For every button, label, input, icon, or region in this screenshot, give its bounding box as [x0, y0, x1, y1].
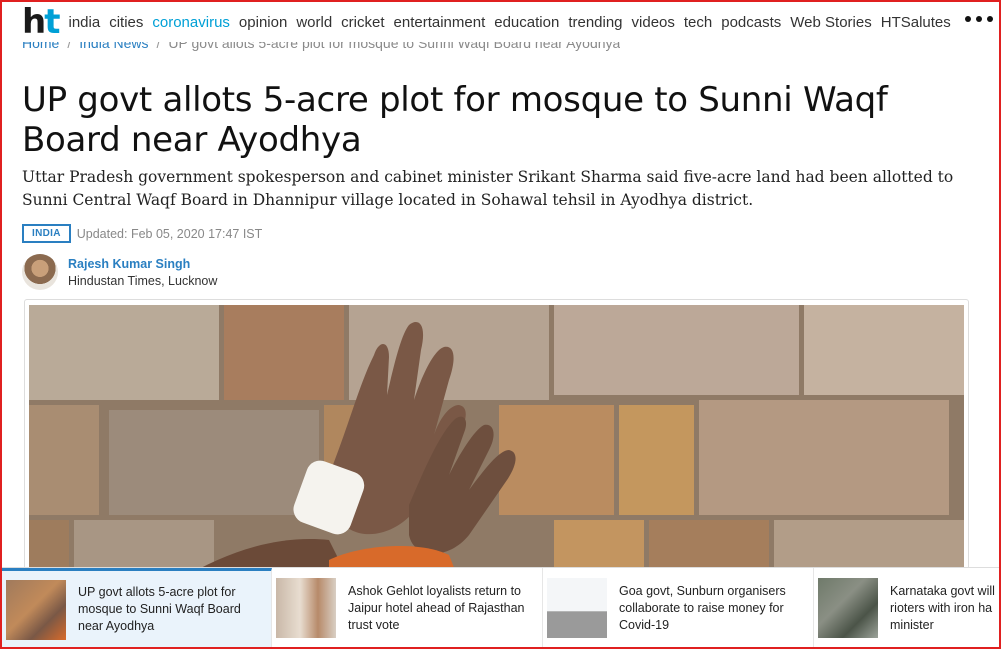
nav-item-web-stories[interactable]: Web Stories	[790, 14, 871, 31]
related-stories-strip: UP govt allots 5-acre plot for mosque to…	[2, 567, 999, 647]
nav-item-trending[interactable]: trending	[568, 14, 622, 31]
breadcrumb-home[interactable]: Home	[22, 42, 59, 51]
nav-item-htsalutes[interactable]: HTSalutes	[881, 14, 951, 31]
story-thumb-4	[818, 578, 878, 638]
breadcrumb-current: UP govt allots 5-acre plot for mosque to…	[168, 42, 621, 51]
breadcrumb-section[interactable]: India News	[79, 42, 148, 51]
page-frame: ht india cities coronavirus opinion worl…	[0, 0, 1001, 649]
article-headline: UP govt allots 5-acre plot for mosque to…	[22, 80, 888, 160]
story-thumb-1	[6, 579, 66, 640]
nav-item-entertainment[interactable]: entertainment	[394, 14, 486, 31]
related-story-4[interactable]: Karnataka govt will rioters with iron ha…	[814, 568, 999, 647]
nav-item-opinion[interactable]: opinion	[239, 14, 287, 31]
bricks-hands-photo	[29, 305, 964, 580]
related-story-2[interactable]: Ashok Gehlot loyalists return to Jaipur …	[272, 568, 543, 647]
nav-item-coronavirus[interactable]: coronavirus	[152, 14, 230, 31]
breadcrumb: Home / India News / UP govt allots 5-acre pl…	[22, 42, 620, 58]
article-summary: Uttar Pradesh government spokesperson an…	[22, 168, 954, 209]
nav-item-cities[interactable]: cities	[109, 14, 143, 31]
nav-item-videos[interactable]: videos	[632, 14, 675, 31]
nav-links: india cities coronavirus opinion world c…	[68, 14, 959, 31]
story-title-2: Ashok Gehlot loyalists return to Jaipur …	[348, 583, 525, 632]
story-title-1: UP govt allots 5-acre plot for mosque to…	[78, 585, 241, 633]
related-story-3[interactable]: Goa govt, Sunburn organisers collaborate…	[543, 568, 814, 647]
author-block: Rajesh Kumar Singh Hindustan Times, Luck…	[22, 254, 217, 290]
story-thumb-2	[276, 578, 336, 638]
story-title-3: Goa govt, Sunburn organisers collaborate…	[619, 583, 786, 632]
updated-timestamp: Updated: Feb 05, 2020 17:47 IST	[76, 226, 263, 241]
lead-image-card	[24, 299, 969, 581]
author-avatar	[22, 254, 58, 290]
article-meta: INDIA Updated: Feb 05, 2020 17:47 IST	[22, 224, 262, 243]
story-title-4: Karnataka govt will rioters with iron ha…	[890, 583, 995, 632]
more-menu-icon[interactable]	[965, 16, 993, 22]
top-nav: ht india cities coronavirus opinion worl…	[2, 2, 999, 42]
ht-logo[interactable]: ht	[22, 5, 61, 39]
lead-image	[29, 305, 964, 580]
nav-item-podcasts[interactable]: podcasts	[721, 14, 781, 31]
section-badge[interactable]: INDIA	[22, 224, 71, 243]
nav-item-cricket[interactable]: cricket	[341, 14, 384, 31]
story-thumb-3	[547, 578, 607, 638]
nav-item-india[interactable]: india	[68, 14, 100, 31]
related-story-1[interactable]: UP govt allots 5-acre plot for mosque to…	[2, 568, 272, 647]
nav-item-tech[interactable]: tech	[684, 14, 712, 31]
nav-item-world[interactable]: world	[296, 14, 332, 31]
author-org: Hindustan Times, Lucknow	[68, 273, 218, 288]
nav-item-education[interactable]: education	[494, 14, 559, 31]
author-name[interactable]: Rajesh Kumar Singh	[68, 257, 217, 271]
